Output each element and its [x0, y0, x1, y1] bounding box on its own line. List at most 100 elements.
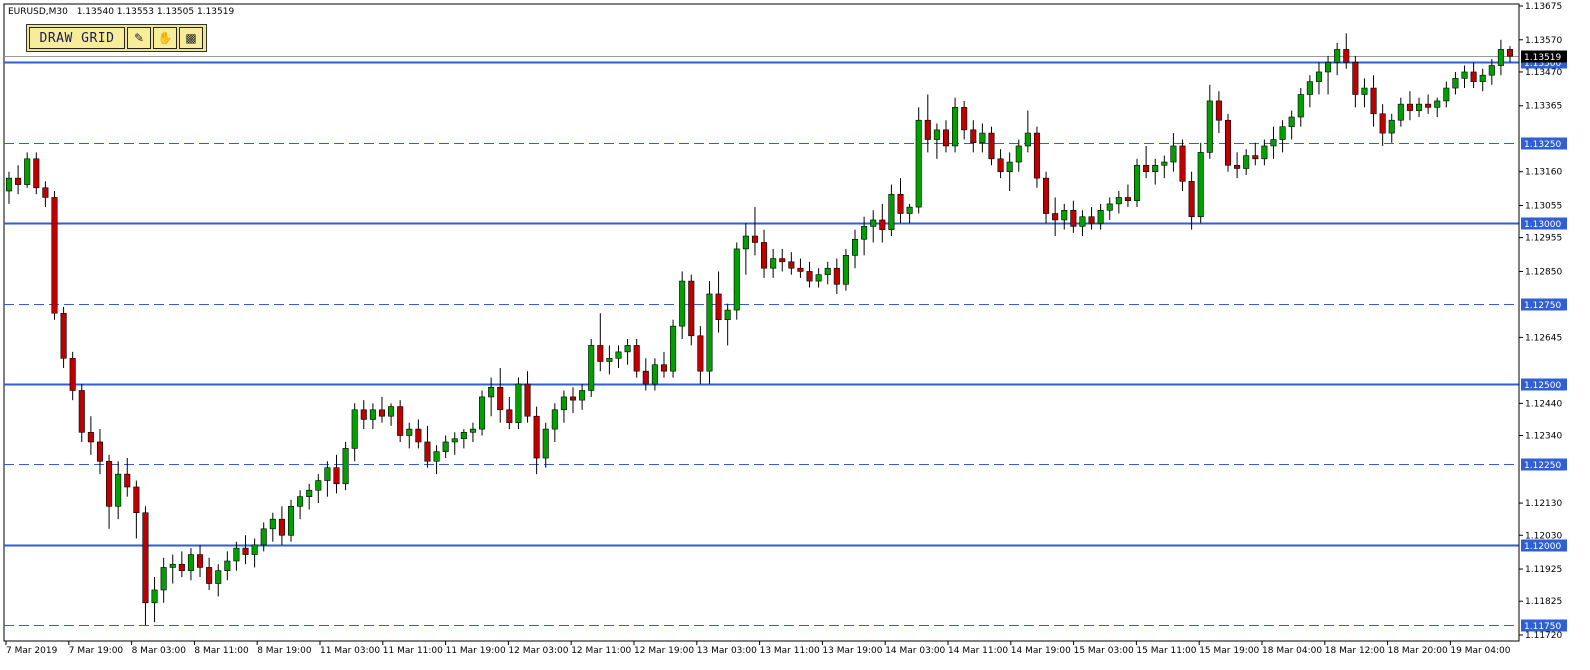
- candle: [342, 441, 349, 491]
- candle-body-bear: [87, 432, 94, 443]
- candle-body-bear: [597, 345, 604, 362]
- candle: [706, 281, 713, 385]
- time-tick-label: 13 Mar 03:00: [697, 646, 757, 656]
- candle-body-bear: [1052, 213, 1059, 221]
- candle-body-bull: [770, 258, 777, 269]
- candle-body-bear: [378, 409, 386, 417]
- candle-body-bear: [142, 512, 149, 604]
- candle-body-bear: [497, 386, 504, 411]
- candle-body-bull: [888, 193, 895, 230]
- candle-body-bull: [469, 428, 476, 433]
- candle-body-bull: [1170, 145, 1177, 163]
- candle-body-bull: [1361, 87, 1368, 95]
- candle: [1133, 158, 1141, 208]
- candle-body-bull: [388, 406, 395, 417]
- candle-body-bull: [1315, 71, 1322, 82]
- level-price-label: 1.12500: [1524, 381, 1561, 391]
- price-tick-label: 1.12440: [1525, 399, 1562, 409]
- candle-body-bull: [215, 570, 222, 584]
- price-tick-label: 1.13160: [1525, 168, 1562, 178]
- candle: [688, 274, 695, 346]
- candle-body-bear: [1033, 132, 1040, 179]
- candle-body-bear: [524, 383, 531, 417]
- candle-body-bear: [506, 409, 513, 423]
- symbol-label: EURUSD,M30: [8, 7, 68, 17]
- candle-body-bull: [1061, 210, 1068, 221]
- candle-body-bull: [315, 480, 322, 491]
- candle: [915, 107, 922, 214]
- candle-body-bear: [1224, 119, 1232, 166]
- candle-body-bull: [1161, 161, 1168, 166]
- candle-body-bear: [1070, 210, 1077, 227]
- candle-body-bull: [1006, 161, 1013, 172]
- candle-body-bull: [24, 158, 31, 185]
- price-tick-label: 1.11720: [1525, 631, 1562, 641]
- candle-body-bear: [761, 242, 768, 269]
- time-tick-label: 14 Mar 11:00: [948, 646, 1008, 656]
- level-price-label: 1.12750: [1524, 301, 1561, 311]
- candle-body-bull: [306, 489, 313, 497]
- candle-body-bull: [1206, 100, 1213, 153]
- candle: [51, 191, 58, 320]
- candle-body-bull: [1279, 126, 1286, 140]
- candle-body-bear: [1043, 177, 1050, 214]
- candle-body-bear: [206, 567, 213, 584]
- candle: [1224, 113, 1232, 172]
- candle-body-bull: [287, 506, 295, 536]
- candle-body-bull: [1306, 81, 1313, 95]
- time-tick-label: 8 Mar 19:00: [257, 646, 312, 656]
- candle-body-bull: [369, 409, 376, 420]
- candle-body-bear: [424, 441, 431, 462]
- time-tick-label: 14 Mar 03:00: [885, 646, 945, 656]
- candle-body-bull: [1479, 74, 1486, 82]
- candle-body-bull: [433, 451, 440, 462]
- candle-body-bull: [1270, 139, 1277, 147]
- candle-body-bull: [579, 390, 586, 401]
- candle-body-bull: [724, 309, 731, 320]
- candle-body-bull: [742, 235, 749, 250]
- candle-body-bull: [933, 129, 940, 140]
- candle-body-bull: [906, 206, 913, 214]
- candle-body-bull: [260, 528, 267, 546]
- candle-body-bull: [851, 238, 859, 256]
- pen-icon[interactable]: ✎: [127, 27, 151, 49]
- candle-body-bear: [961, 107, 968, 131]
- candle-body-bull: [615, 351, 622, 359]
- hand-icon[interactable]: ✋: [153, 27, 177, 49]
- level-price-label: 1.13000: [1524, 220, 1561, 230]
- price-tick-label: 1.13055: [1525, 201, 1562, 211]
- candle-body-bull: [1488, 65, 1495, 76]
- candle-body-bear: [106, 460, 113, 507]
- price-tick-label: 1.13675: [1525, 2, 1562, 12]
- candle-body-bear: [806, 271, 813, 282]
- candle-body-bull: [269, 518, 276, 530]
- time-axis[interactable]: 7 Mar 2019 7 Mar 19:00 8 Mar 03:00 8 Mar 11…: [4, 640, 1519, 656]
- candle-body-bull: [1443, 87, 1450, 102]
- level-price-label: 1.12000: [1524, 542, 1561, 552]
- candle: [842, 248, 849, 291]
- price-chart[interactable]: 1.135001.132501.130001.127501.125001.122…: [0, 0, 1590, 670]
- candle-body-bull: [952, 107, 959, 147]
- time-tick-label: 11 Mar 19:00: [446, 646, 506, 656]
- level-price-label: 1.13250: [1524, 140, 1561, 150]
- price-tick-label: 1.12340: [1525, 432, 1562, 442]
- time-tick-label: 7 Mar 2019: [6, 646, 58, 656]
- candle-body-bear: [924, 119, 931, 140]
- candle-body-bear: [1188, 181, 1195, 218]
- candle-body-bear: [242, 547, 249, 555]
- candle-body-bear: [1343, 49, 1350, 63]
- candle-body-bear: [1470, 71, 1477, 82]
- candle-body-bear: [333, 467, 340, 485]
- candle-body-bull: [151, 589, 158, 604]
- candle: [670, 319, 677, 378]
- candle-body-bull: [1388, 119, 1395, 134]
- draw-grid-button[interactable]: DRAW GRID: [29, 27, 125, 49]
- candle: [1197, 142, 1204, 224]
- candle-body-bear: [78, 390, 85, 433]
- monitor-icon[interactable]: ▩: [179, 27, 203, 49]
- candle-body-bull: [1325, 62, 1332, 73]
- time-tick-label: 12 Mar 11:00: [571, 646, 631, 656]
- candle-body-bear: [133, 486, 140, 514]
- candle-body-bear: [42, 187, 49, 198]
- time-tick-label: 15 Mar 03:00: [1074, 646, 1134, 656]
